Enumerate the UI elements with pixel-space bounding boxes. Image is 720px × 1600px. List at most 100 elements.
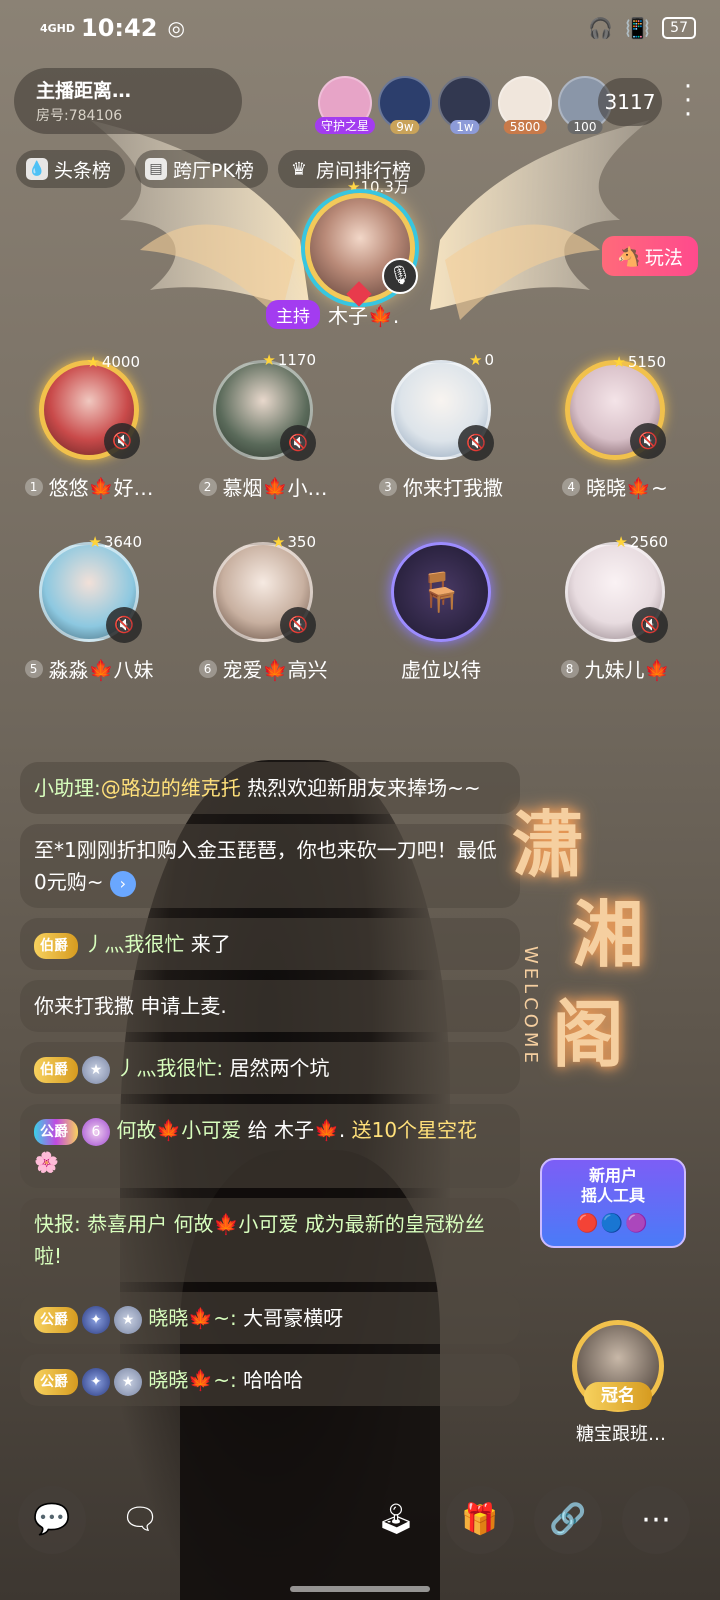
viewer-count[interactable]: 3117 <box>598 78 662 126</box>
chat-username[interactable]: 何故🍁小可爱 <box>116 1118 241 1142</box>
seat-name: 九妹儿🍁 <box>584 658 670 682</box>
level-badge: 6 <box>82 1117 110 1146</box>
rank-badge: 伯爵 <box>34 1056 78 1083</box>
seat-score: ★ 1170 <box>262 351 316 369</box>
host-badge: 主持 <box>266 300 320 329</box>
more-icon[interactable]: ⋯ <box>622 1486 690 1554</box>
flag-icon: ▤ <box>145 158 168 180</box>
seat-avatar[interactable]: ★ 3640 🔇 <box>39 533 142 643</box>
chat-username[interactable]: 晓晓🍁~: <box>148 1368 236 1392</box>
medal-icon: ★ <box>114 1367 142 1396</box>
mic-seat-8[interactable]: ★ 2560 🔇 8 九妹儿🍁 <box>530 533 700 683</box>
viewer-tag: 守护之星 <box>314 117 376 134</box>
mic-muted-icon: 🔇 <box>458 425 494 461</box>
chat-message: 伯爵 ★ 丿灬我很忙: 居然两个坑 <box>20 1042 520 1094</box>
medal-icon: ✦ <box>82 1367 110 1396</box>
mic-muted-icon: 🔇 <box>104 423 140 459</box>
mic-seat-5[interactable]: ★ 3640 🔇 5 淼淼🍁八妹 <box>4 533 174 683</box>
seat-avatar[interactable]: ★ 2560 🔇 <box>565 533 668 643</box>
mic-seat-4[interactable]: ★ 5150 🔇 4 晓晓🍁~ <box>530 353 700 501</box>
chevron-right-icon[interactable]: › <box>109 870 136 897</box>
gift-icon[interactable]: 🎁 <box>446 1486 514 1554</box>
seat-number: 3 <box>379 477 397 496</box>
viewer-avatar[interactable]: 守护之星 <box>314 76 376 134</box>
play-button[interactable]: 🐴 玩法 <box>602 236 698 276</box>
room-name: 主播距离… <box>36 80 132 102</box>
play-icon: 🐴 <box>617 245 641 268</box>
room-logo: 潇 湘 阁 WELCOME <box>512 802 645 1077</box>
rank-pk[interactable]: ▤ 跨厅PK榜 <box>135 150 268 188</box>
seat-avatar[interactable]: ★ 4000 🔇 <box>39 353 140 460</box>
seat-score: ★ 4000 <box>86 353 140 371</box>
seat-score: ★ 5150 <box>612 353 666 371</box>
chat-message-promo[interactable]: 至*1刚刚折扣购入金玉琵琶，你也来砍一刀吧！最低0元购~ › <box>20 824 520 908</box>
chat-username[interactable]: 晓晓🍁~: <box>148 1306 236 1330</box>
mic-icon[interactable]: 🎙 <box>382 258 418 294</box>
sponsor-name[interactable]: 糖宝跟班… <box>556 1420 686 1446</box>
flower-gift-icon: 🌸 <box>34 1150 59 1174</box>
seat-avatar[interactable]: ★ 0 🔇 <box>391 351 494 461</box>
empty-seat-icon[interactable]: 🪑 <box>391 542 491 642</box>
joystick-icon[interactable]: 🕹 <box>362 1486 430 1554</box>
mention-link[interactable]: @路边的维克托 <box>101 776 241 800</box>
chat-message: 伯爵 丿灬我很忙 来了 <box>20 918 520 970</box>
star-icon: ★ <box>86 353 100 371</box>
seat-avatar[interactable]: ★ 350 🔇 <box>213 533 316 643</box>
mic-seat-6[interactable]: ★ 350 🔇 6 宠爱🍁高兴 <box>178 533 348 683</box>
app-notification-icon: ◎ <box>167 16 185 40</box>
more-menu-icon[interactable]: · · · <box>680 74 696 128</box>
rank-badge: 公爵 <box>34 1368 78 1395</box>
mic-seat-1[interactable]: ★ 4000 🔇 1 悠悠🍁好… <box>4 353 174 501</box>
home-indicator <box>290 1586 430 1592</box>
chat-username[interactable]: 丿灬我很忙 <box>84 932 184 956</box>
vibrate-icon: 📳 <box>625 16 651 40</box>
chat-list[interactable]: 小助理:@路边的维克托 热烈欢迎新朋友来捧场~~ 至*1刚刚折扣购入金玉琵琶，你… <box>20 762 520 1416</box>
rank-label: 跨厅PK榜 <box>173 159 254 182</box>
viewer-tag: 5800 <box>503 120 547 134</box>
medal-icon: ★ <box>82 1055 110 1084</box>
network-indicator: 4GHD <box>40 21 76 35</box>
seat-score: ★ 3640 <box>88 533 142 551</box>
viewer-avatar[interactable]: 1w <box>438 76 492 134</box>
star-icon: ★ <box>88 533 102 551</box>
seat-score: ★ 350 <box>271 533 316 551</box>
viewer-tag: 100 <box>567 120 603 134</box>
lottery-icon: 🔴🔵🟣 <box>576 1213 650 1234</box>
seat-avatar[interactable]: ★ 1170 🔇 <box>213 351 316 461</box>
seat-number: 8 <box>560 659 579 678</box>
crown-icon: ♛ <box>290 158 307 180</box>
medal-icon: ✦ <box>82 1305 110 1334</box>
chat-message: 快报: 恭喜用户 何故🍁小可爱 成为最新的皇冠粉丝啦! <box>20 1198 520 1282</box>
message-icon[interactable]: 🗨 <box>106 1486 174 1554</box>
rank-label: 头条榜 <box>54 159 112 182</box>
star-icon: ★ <box>469 351 483 369</box>
mic-seat-3[interactable]: ★ 0 🔇 3 你来打我撒 <box>356 351 526 501</box>
mic-muted-icon: 🔇 <box>632 607 668 643</box>
room-info[interactable]: 主播距离… 房号:784106 <box>14 68 242 134</box>
mic-seat-2[interactable]: ★ 1170 🔇 2 慕烟🍁小… <box>178 351 348 501</box>
new-user-promo[interactable]: 新用户 摇人工具 🔴🔵🟣 <box>540 1158 686 1248</box>
seat-name: 悠悠🍁好… <box>48 476 154 500</box>
room-id: 房号:784106 <box>36 108 123 124</box>
headphones-icon: 🎧 <box>588 16 614 40</box>
seat-number: 4 <box>562 477 581 496</box>
seat-number: 6 <box>198 659 217 678</box>
battery-indicator: 57 <box>662 17 696 39</box>
seat-number: 5 <box>24 659 43 678</box>
viewer-avatar[interactable]: 5800 <box>498 76 552 134</box>
chat-message: 你来打我撒 申请上麦. <box>20 980 520 1032</box>
viewer-avatar[interactable]: 9w <box>378 76 432 134</box>
chat-username[interactable]: 丿灬我很忙: <box>116 1056 223 1080</box>
rank-badge: 公爵 <box>34 1118 78 1145</box>
seat-score: ★ 2560 <box>614 533 668 551</box>
link-icon[interactable]: 🔗 <box>534 1486 602 1554</box>
rank-headline[interactable]: 💧 头条榜 <box>16 150 126 188</box>
rank-badge: 公爵 <box>34 1306 78 1333</box>
star-icon: ★ <box>262 351 276 369</box>
seat-number: 2 <box>198 477 217 496</box>
mic-seat-empty[interactable]: 🪑 虚位以待 <box>356 542 526 683</box>
seat-avatar[interactable]: ★ 5150 🔇 <box>565 353 666 460</box>
bottom-toolbar: 💬 🗨 🕹 🎁 🔗 ⋯ <box>0 1486 720 1556</box>
sponsor-badge: 冠名 <box>584 1382 652 1410</box>
chat-bubble-icon[interactable]: 💬 <box>18 1486 86 1554</box>
